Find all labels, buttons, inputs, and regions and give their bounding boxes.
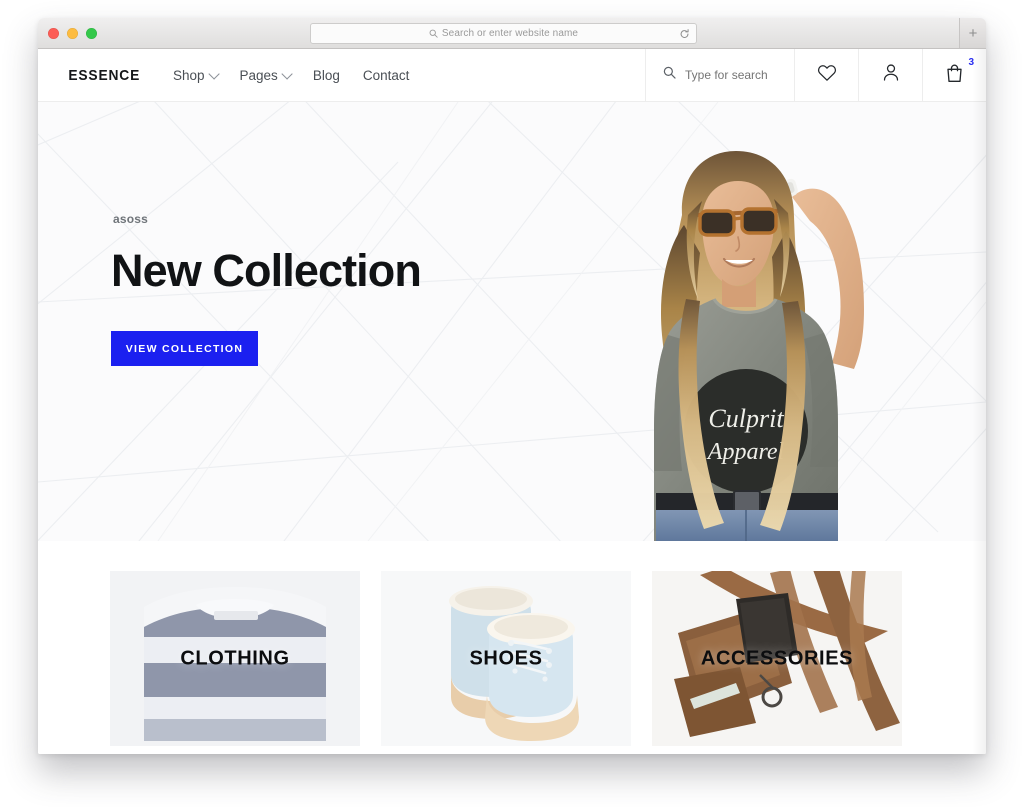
cart-count-badge: 3 (968, 57, 974, 68)
nav-item-label: Blog (312, 67, 340, 83)
main-navigation: Shop Pages Blog Contact (173, 49, 645, 101)
tshirt-graphic-line1: Culprit (708, 404, 784, 433)
reload-icon[interactable] (679, 28, 690, 39)
site-header: ESSENCE Shop Pages Blog Contact Type for… (38, 49, 986, 102)
header-search[interactable] (645, 49, 794, 101)
hero-copy: asoss New Collection VIEW COLLECTION (111, 212, 422, 366)
site-logo[interactable]: ESSENCE (38, 49, 162, 101)
wishlist-button[interactable] (794, 49, 858, 101)
category-card-clothing[interactable]: CLOTHING (110, 571, 360, 746)
hero-banner: asoss New Collection VIEW COLLECTION Cul… (38, 102, 986, 541)
page-viewport: ESSENCE Shop Pages Blog Contact Type for… (38, 49, 986, 754)
view-collection-button[interactable]: VIEW COLLECTION (111, 331, 258, 366)
screenshot-stage: Search or enter website name + ESSENCE S… (0, 0, 1024, 807)
browser-titlebar: Search or enter website name + (38, 18, 986, 49)
user-icon (882, 63, 900, 87)
category-label: ACCESSORIES (700, 647, 854, 669)
nav-item-pages[interactable]: Pages (239, 67, 293, 83)
browser-address-bar[interactable]: Search or enter website name (310, 23, 697, 44)
category-label: SHOES (469, 647, 543, 669)
account-button[interactable] (858, 49, 922, 101)
nav-item-label: Pages (239, 67, 278, 83)
browser-window: Search or enter website name + ESSENCE S… (38, 18, 986, 754)
nav-item-label: Shop (173, 67, 205, 83)
nav-item-label: Contact (362, 67, 410, 83)
close-window-button[interactable] (48, 27, 59, 39)
hero-title: New Collection (111, 245, 422, 296)
cart-button[interactable]: 3 (922, 49, 986, 101)
search-input[interactable] (685, 68, 781, 82)
nav-item-shop[interactable]: Shop (173, 67, 220, 83)
category-card-accessories[interactable]: ACCESSORIES (652, 571, 902, 746)
nav-item-blog[interactable]: Blog (313, 68, 340, 83)
search-icon (429, 29, 438, 38)
hero-model-image: Culprit Apparel (654, 151, 864, 541)
nav-item-contact[interactable]: Contact (363, 68, 410, 83)
category-card-shoes[interactable]: SHOES (381, 571, 631, 746)
chevron-down-icon (281, 68, 293, 80)
search-icon (663, 66, 676, 84)
heart-icon (817, 63, 837, 87)
address-bar-placeholder: Search or enter website name (441, 28, 579, 39)
category-row: CLOTHING SHOES ACCESSORIES (38, 571, 986, 746)
shopping-bag-icon (945, 63, 964, 88)
minimize-window-button[interactable] (67, 27, 78, 39)
chevron-down-icon (207, 68, 220, 80)
zoom-window-button[interactable] (86, 27, 97, 39)
category-label: CLOTHING (180, 647, 290, 669)
window-traffic-lights (48, 27, 97, 39)
category-section: CLOTHING SHOES ACCESSORIES (38, 541, 986, 754)
hero-eyebrow: asoss (113, 212, 149, 226)
new-tab-button[interactable]: + (959, 18, 986, 48)
tshirt-graphic-line2: Apparel (706, 439, 785, 465)
